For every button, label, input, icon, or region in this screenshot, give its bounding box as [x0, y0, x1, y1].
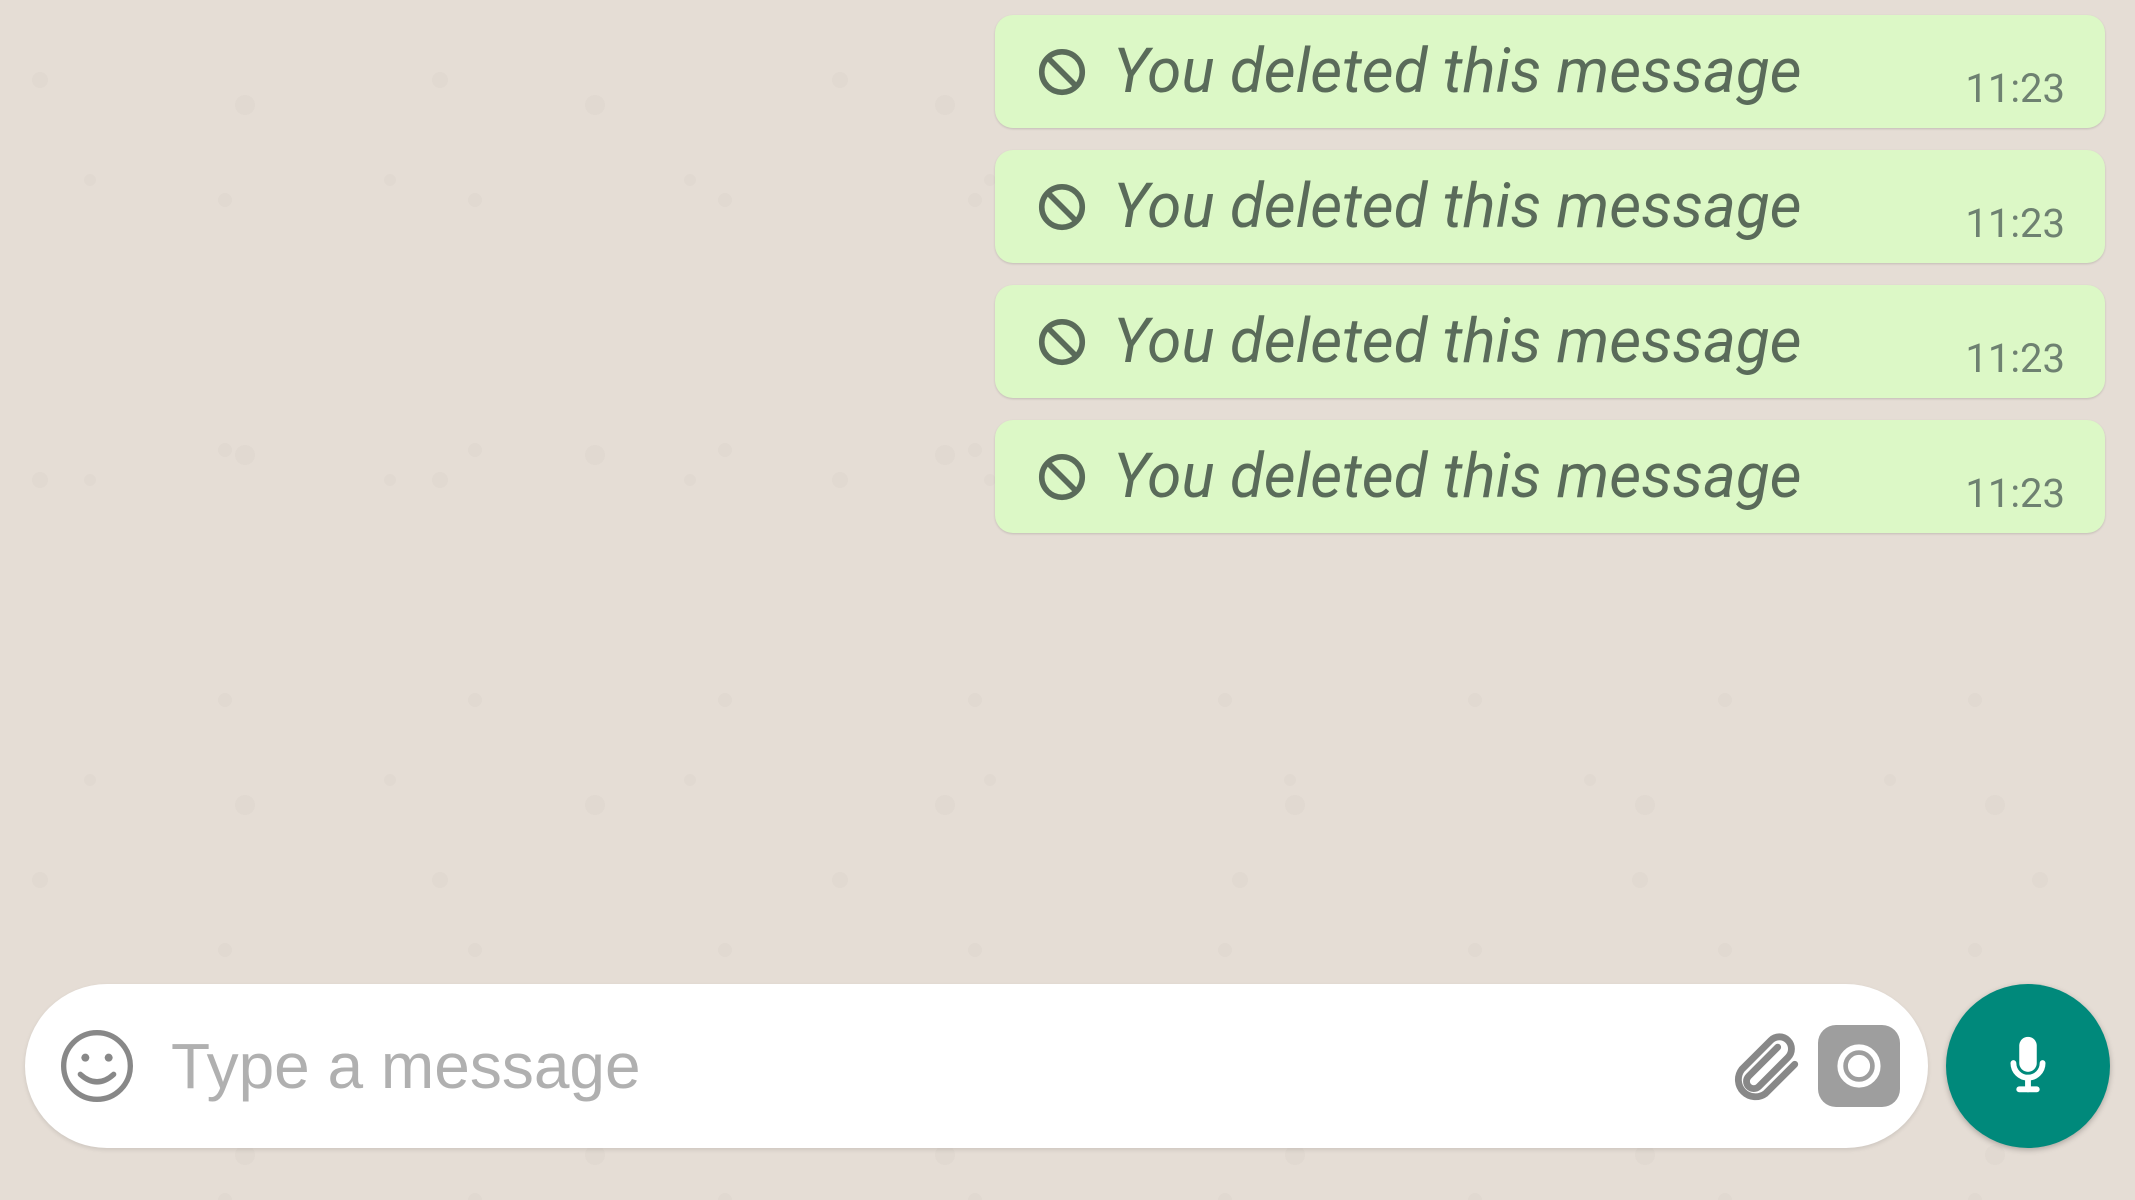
message-timestamp: 11:23 [1965, 200, 2065, 247]
deleted-message-bubble[interactable]: You deleted this message 11:23 [995, 150, 2105, 263]
deleted-message-bubble[interactable]: You deleted this message 11:23 [995, 420, 2105, 533]
emoji-icon[interactable] [53, 1022, 141, 1110]
prohibited-icon [1035, 45, 1089, 99]
deleted-message-text: You deleted this message [1113, 305, 1935, 378]
message-list: You deleted this message 11:23 You delet… [0, 0, 2135, 570]
prohibited-icon [1035, 450, 1089, 504]
deleted-message-text: You deleted this message [1113, 440, 1935, 513]
deleted-message-text: You deleted this message [1113, 35, 1935, 108]
input-container [25, 984, 1928, 1148]
message-input[interactable] [141, 1029, 1720, 1103]
microphone-button[interactable] [1946, 984, 2110, 1148]
camera-icon[interactable] [1818, 1025, 1900, 1107]
deleted-message-text: You deleted this message [1113, 170, 1935, 243]
input-bar [25, 984, 2110, 1148]
attachment-icon[interactable] [1720, 1022, 1808, 1110]
message-timestamp: 11:23 [1965, 65, 2065, 112]
message-timestamp: 11:23 [1965, 470, 2065, 517]
message-timestamp: 11:23 [1965, 335, 2065, 382]
prohibited-icon [1035, 180, 1089, 234]
prohibited-icon [1035, 315, 1089, 369]
deleted-message-bubble[interactable]: You deleted this message 11:23 [995, 15, 2105, 128]
deleted-message-bubble[interactable]: You deleted this message 11:23 [995, 285, 2105, 398]
